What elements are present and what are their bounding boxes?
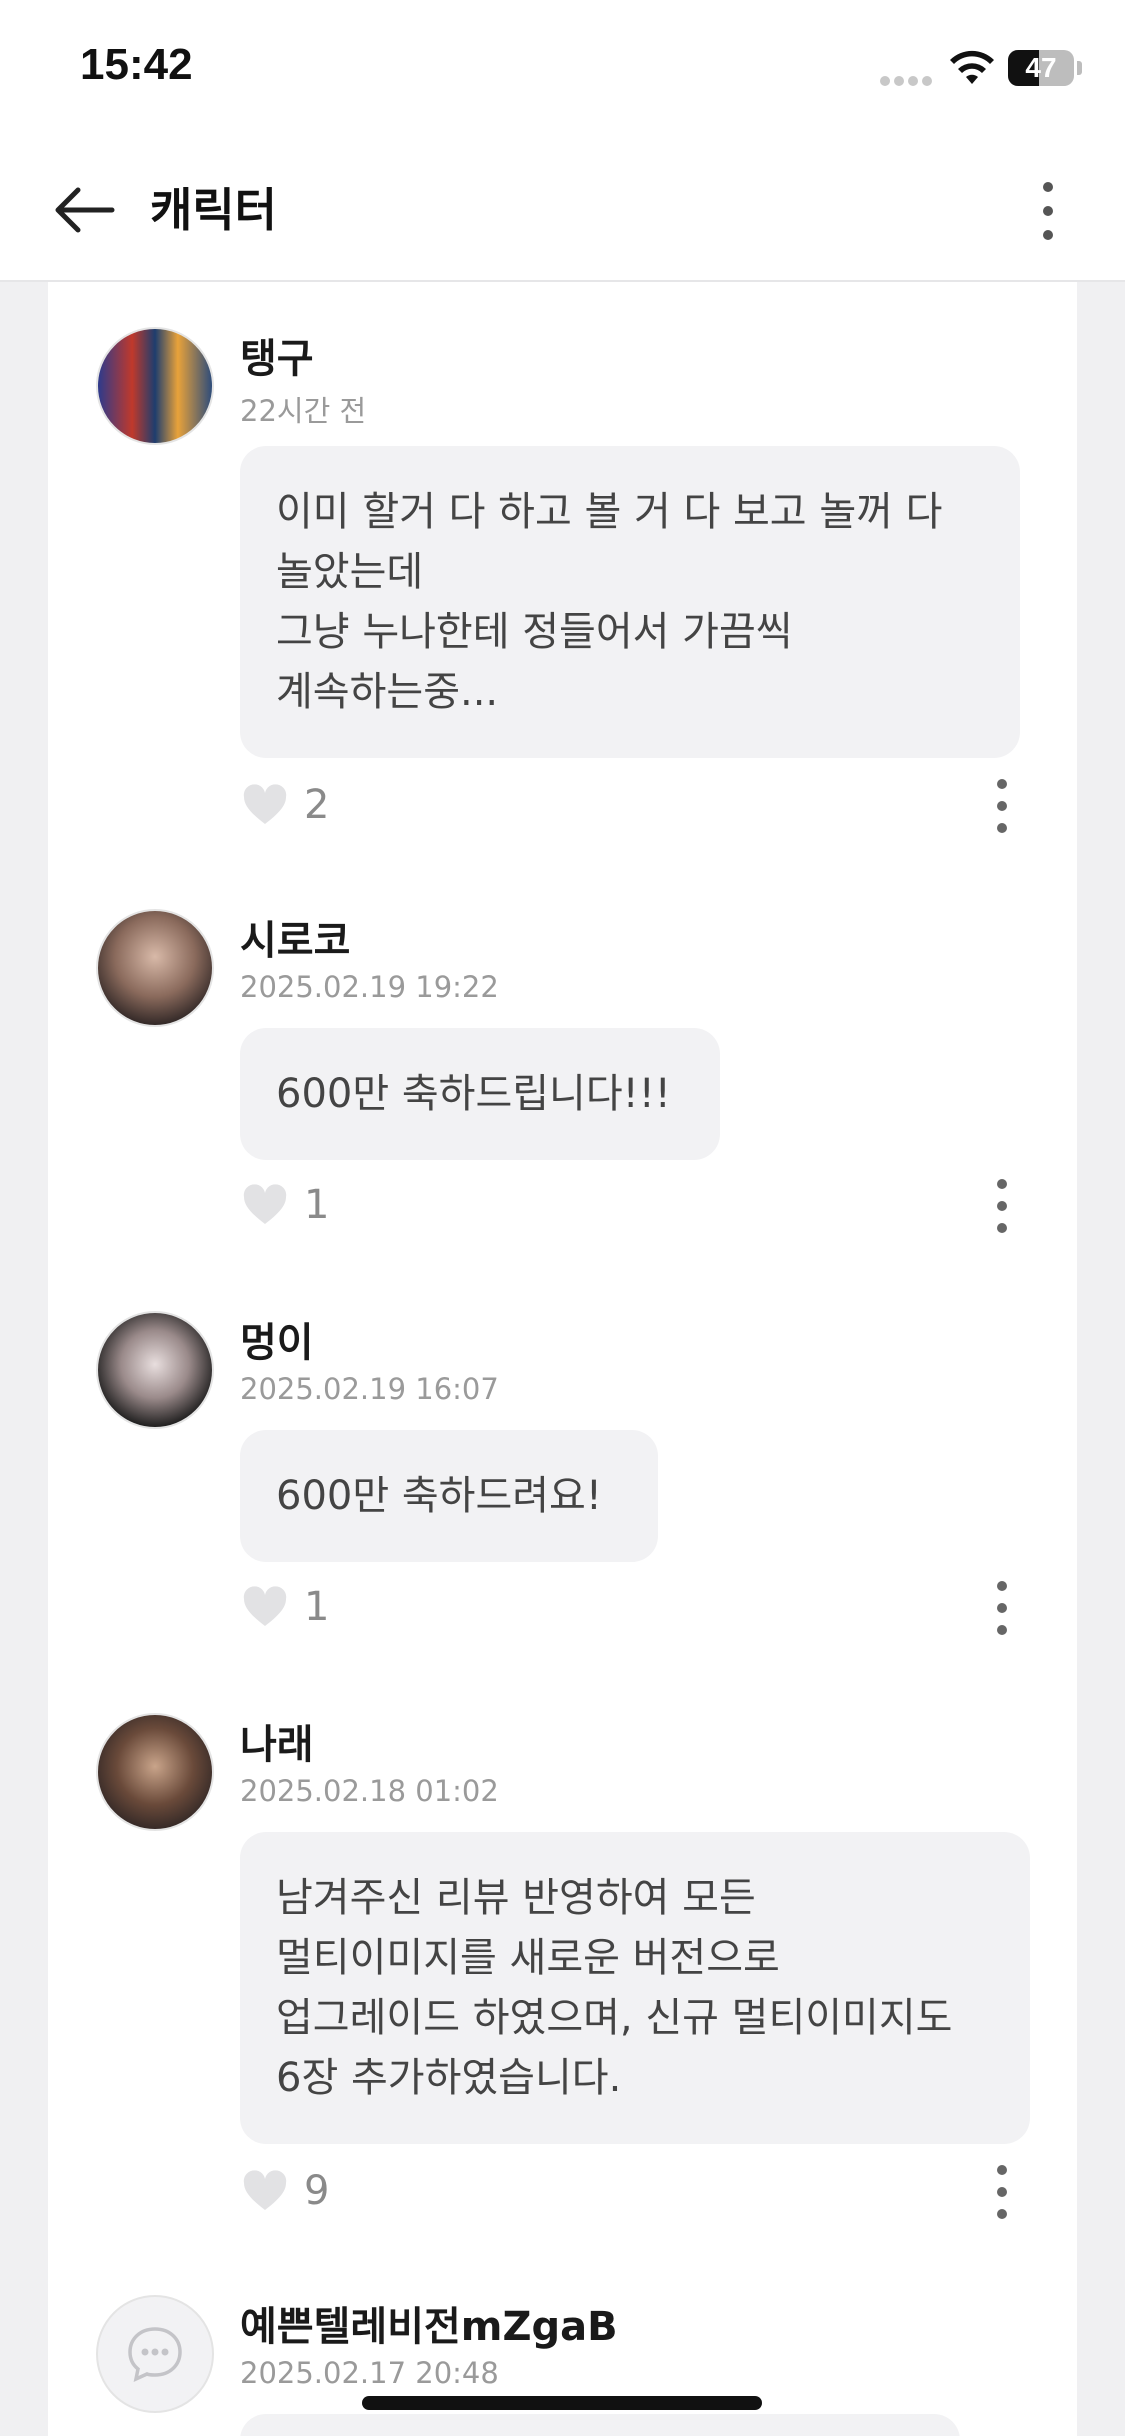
comment-timestamp: 2025.02.18 01:02 xyxy=(240,1774,499,1808)
status-time: 15:42 xyxy=(80,40,193,89)
battery-icon: 47 xyxy=(1008,50,1074,86)
navigation-bar: 캐릭터 xyxy=(0,140,1125,282)
more-vertical-icon[interactable] xyxy=(1030,178,1066,244)
cellular-signal-icon xyxy=(880,76,936,88)
comment-list: 탱구 22시간 전 이미 할거 다 하고 볼 거 다 보고 놀꺼 다 놀았는데 … xyxy=(48,282,1077,2436)
kebab-icon[interactable] xyxy=(990,1580,1014,1636)
comment-timestamp: 2025.02.17 20:48 xyxy=(240,2356,499,2390)
like-button[interactable]: 9 xyxy=(242,2168,329,2214)
battery-tip xyxy=(1077,61,1082,75)
kebab-icon[interactable] xyxy=(990,2164,1014,2220)
comment-username[interactable]: 나래 xyxy=(240,1712,314,1770)
comment-text: 이미 할거 다 하고 볼 거 다 보고 놀꺼 다 놀았는데 그냥 누나한테 정들… xyxy=(240,446,1020,758)
page-title: 캐릭터 xyxy=(150,183,277,237)
comment-timestamp: 22시간 전 xyxy=(240,394,367,428)
comment-text: 600만 축하드려요! xyxy=(240,1430,658,1562)
comment-text: 남겨주신 리뷰 반영하여 모든 멀티이미지를 새로운 버전으로 업그레이드 하였… xyxy=(240,1832,1030,2144)
like-button[interactable]: 1 xyxy=(242,1182,329,1228)
avatar[interactable] xyxy=(96,1713,214,1831)
heart-icon xyxy=(243,1184,287,1224)
heart-icon xyxy=(243,2170,287,2210)
comment-username[interactable]: 탱구 xyxy=(240,326,314,384)
like-button[interactable]: 2 xyxy=(242,782,329,828)
comment-username[interactable]: 시로코 xyxy=(240,908,350,966)
like-count: 1 xyxy=(304,1584,330,1630)
chat-bubble-icon xyxy=(128,2327,182,2383)
avatar[interactable] xyxy=(96,327,214,445)
wifi-icon xyxy=(950,50,994,84)
avatar[interactable] xyxy=(96,2295,214,2413)
comment-timestamp: 2025.02.19 16:07 xyxy=(240,1372,499,1406)
like-button[interactable]: 1 xyxy=(242,1584,329,1630)
comment-timestamp: 2025.02.19 19:22 xyxy=(240,970,499,1004)
kebab-icon[interactable] xyxy=(990,1178,1014,1234)
heart-icon xyxy=(243,1586,287,1626)
avatar[interactable] xyxy=(96,909,214,1027)
status-bar: 15:42 47 xyxy=(0,0,1125,140)
kebab-icon[interactable] xyxy=(990,778,1014,834)
avatar[interactable] xyxy=(96,1311,214,1429)
battery-level: 47 xyxy=(1025,52,1057,83)
home-indicator xyxy=(362,2396,762,2410)
like-count: 1 xyxy=(304,1182,330,1228)
arrow-left-icon[interactable] xyxy=(48,182,120,238)
like-count: 9 xyxy=(304,2168,330,2214)
comment-text-partial xyxy=(240,2414,960,2436)
comment-username[interactable]: 예쁜텔레비전mZgaB xyxy=(240,2294,618,2352)
like-count: 2 xyxy=(304,782,330,828)
comment-username[interactable]: 멍이 xyxy=(240,1310,314,1368)
heart-icon xyxy=(243,784,287,824)
comment-text: 600만 축하드립니다!!! xyxy=(240,1028,720,1160)
